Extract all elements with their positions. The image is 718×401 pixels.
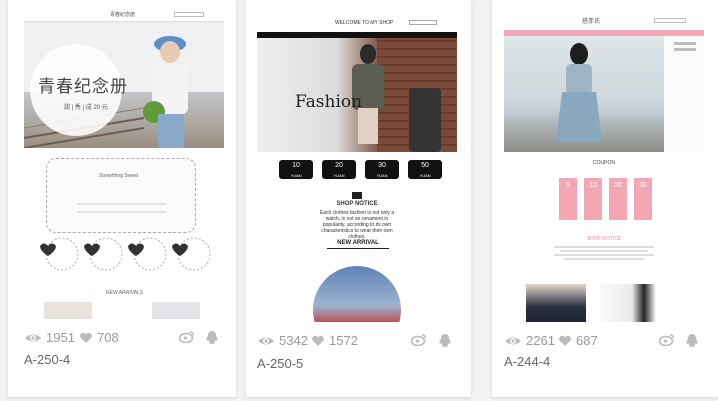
thumbnail-hero-tags: 甜 | 秀 | 成 20 元 [64,105,108,111]
coupon-title: COUPON [593,160,615,166]
thumbnail-header: 青春纪念册 [24,8,224,22]
eye-icon [258,337,274,344]
views-count: 2261 [526,333,555,348]
template-card[interactable]: 青春纪念册 青春纪念册 甜 | 秀 | 成 20 元 Something Swe… [8,0,236,397]
thumbnail-hero-image: 青春纪念册 青春纪念册 甜 | 秀 | 成 20 元 [24,8,224,148]
likes-count: 708 [97,330,119,345]
thumbnail-hero-title: 青春纪念册 [38,77,128,97]
template-code: A-250-4 [24,352,71,367]
template-thumbnail[interactable]: 搭赤氏 COUPON 5 10 20 30 SHOP NOTICE [504,14,704,322]
views-stat: 1951 [24,330,75,345]
qq-share[interactable] [438,333,452,348]
likes-stat[interactable]: 1572 [311,333,358,348]
template-code: A-250-5 [257,356,304,371]
eye-icon [505,337,521,344]
coupon: 30 [634,178,652,220]
product-photo [600,284,680,322]
views-count: 1951 [46,330,75,345]
likes-count: 687 [576,333,598,348]
heart-icon[interactable] [311,335,325,347]
weibo-share[interactable] [179,330,195,343]
template-card[interactable]: 搭赤氏 COUPON 5 10 20 30 SHOP NOTICE 2261 6… [492,0,718,397]
likes-stat[interactable]: 687 [558,333,598,348]
coupon: 50 YUAN [408,160,442,179]
coupon: 10 [584,178,602,220]
template-code: A-244-4 [504,354,551,369]
qq-share[interactable] [685,333,699,348]
arrival-photo [313,266,401,322]
qq-icon[interactable] [685,333,699,348]
thumbnail-bottom: NEW ARRIVALS [24,288,224,319]
product-photo [526,284,586,322]
thumbnail-side-panel [664,36,704,152]
heart-icon[interactable] [79,332,93,344]
views-stat: 2261 [504,333,555,348]
heart-icon[interactable] [558,335,572,347]
card-stats: 1951 708 [24,330,224,346]
views-stat: 5342 [257,333,308,348]
card-stats: 2261 687 [504,333,704,349]
eye-icon [25,334,41,341]
coupon: 20 YUAN [322,160,356,179]
qq-share[interactable] [205,330,219,345]
weibo-icon[interactable] [179,330,195,343]
thumbnail-frame: Something Sweet [46,158,196,233]
weibo-share[interactable] [411,333,427,346]
likes-stat[interactable]: 708 [79,330,119,345]
heart-row [40,237,211,271]
template-thumbnail[interactable]: 青春纪念册 青春纪念册 甜 | 秀 | 成 20 元 Something Swe… [24,8,224,319]
model-figure [143,36,188,148]
coupon: 5 [559,178,577,220]
weibo-share[interactable] [659,333,675,346]
likes-count: 1572 [329,333,358,348]
coupon: 20 [609,178,627,220]
template-thumbnail[interactable]: WELCOME TO MY SHOP Fashion 10 YUAN 20 YUAN… [257,14,457,322]
views-count: 5342 [279,333,308,348]
template-card[interactable]: WELCOME TO MY SHOP Fashion 10 YUAN 20 YUAN… [246,0,471,397]
card-stats: 5342 1572 [257,333,457,349]
shop-notice: SHOP NOTICE [544,236,664,286]
thumbnail-hero-image [504,36,664,152]
coupon-row: 10 YUAN 20 YUAN 30 YUAN 50 YUAN [279,160,449,180]
new-arrival-label: NEW ARRIVAL [327,240,389,252]
qq-icon[interactable] [205,330,219,345]
coupon: 10 YUAN [279,160,313,179]
weibo-icon[interactable] [659,333,675,346]
thumbnail-hero-word: Fashion [295,92,363,112]
weibo-icon[interactable] [411,333,427,346]
shop-notice: SHOP NOTICE Each clothes fashion is not … [257,192,457,242]
thumbnail-header: WELCOME TO MY SHOP [257,14,457,32]
coupon: 30 YUAN [365,160,399,179]
qq-icon[interactable] [438,333,452,348]
